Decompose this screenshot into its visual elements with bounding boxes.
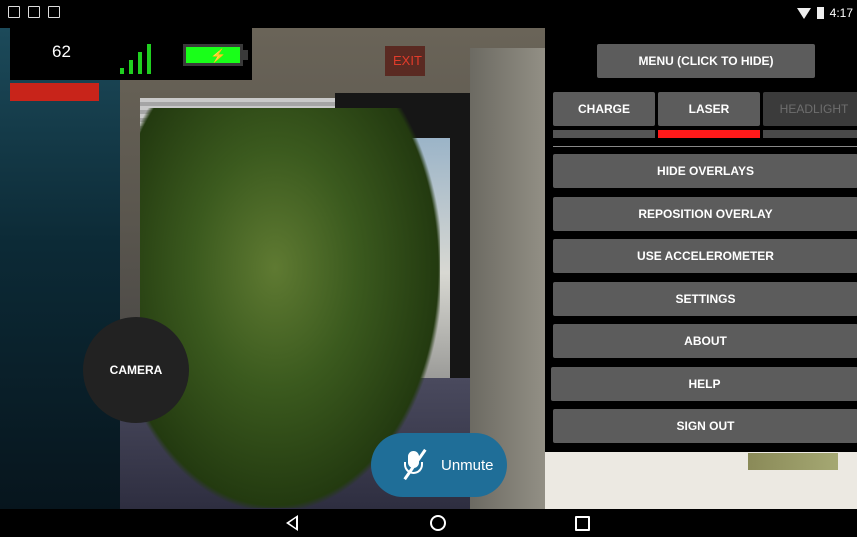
unmute-button[interactable]: Unmute (371, 433, 507, 497)
exit-sign: EXIT (385, 46, 425, 76)
tab-laser[interactable]: LASER (658, 92, 760, 126)
recents-icon[interactable] (575, 516, 590, 531)
menu-toggle-button[interactable]: MENU (CLICK TO HIDE) (597, 44, 815, 78)
tab-charge[interactable]: CHARGE (553, 92, 655, 126)
image-icon (8, 6, 20, 18)
clock: 4:17 (829, 6, 853, 20)
tab-headlight[interactable]: HEADLIGHT (763, 92, 857, 126)
signal-bar (129, 60, 133, 74)
status-bar: 4:17 (0, 0, 857, 28)
exit-sign-text: EXIT (393, 53, 422, 68)
tab-indicator (553, 130, 655, 138)
settings-button[interactable]: SETTINGS (553, 282, 857, 316)
signal-bar (138, 52, 142, 74)
tab-indicator-active (658, 130, 760, 138)
notification-icons (8, 6, 60, 18)
hide-overlays-button[interactable]: HIDE OVERLAYS (553, 154, 857, 188)
menu-divider (553, 146, 857, 147)
telemetry-overlay: 62 ⚡ (10, 28, 252, 80)
signal-bar (147, 44, 151, 74)
navigation-bar (0, 509, 857, 537)
tab-indicator (763, 130, 857, 138)
home-icon[interactable] (430, 515, 446, 531)
wifi-icon (796, 7, 811, 19)
charging-bolt-icon: ⚡ (210, 48, 227, 63)
sign-out-button[interactable]: SIGN OUT (553, 409, 857, 443)
battery-level-icon: ⚡ (183, 44, 243, 66)
about-button[interactable]: ABOUT (553, 324, 857, 358)
battery-icon (816, 7, 824, 19)
mic-off-icon (399, 448, 429, 481)
signal-value: 62 (52, 42, 71, 61)
camera-button[interactable]: CAMERA (83, 317, 189, 423)
system-icons: 4:17 (796, 6, 853, 20)
help-button[interactable]: HELP (551, 367, 857, 401)
reposition-overlay-button[interactable]: REPOSITION OVERLAY (553, 197, 857, 231)
phone-icon (48, 6, 60, 18)
use-accelerometer-button[interactable]: USE ACCELEROMETER (553, 239, 857, 273)
plant-right (748, 453, 838, 470)
signal-bars-icon (120, 42, 151, 74)
back-icon[interactable] (286, 515, 298, 531)
unmute-label: Unmute (441, 456, 494, 474)
status-strip (10, 83, 99, 101)
signal-bar (120, 68, 124, 74)
photo-icon (28, 6, 40, 18)
battery-tip (243, 50, 248, 60)
